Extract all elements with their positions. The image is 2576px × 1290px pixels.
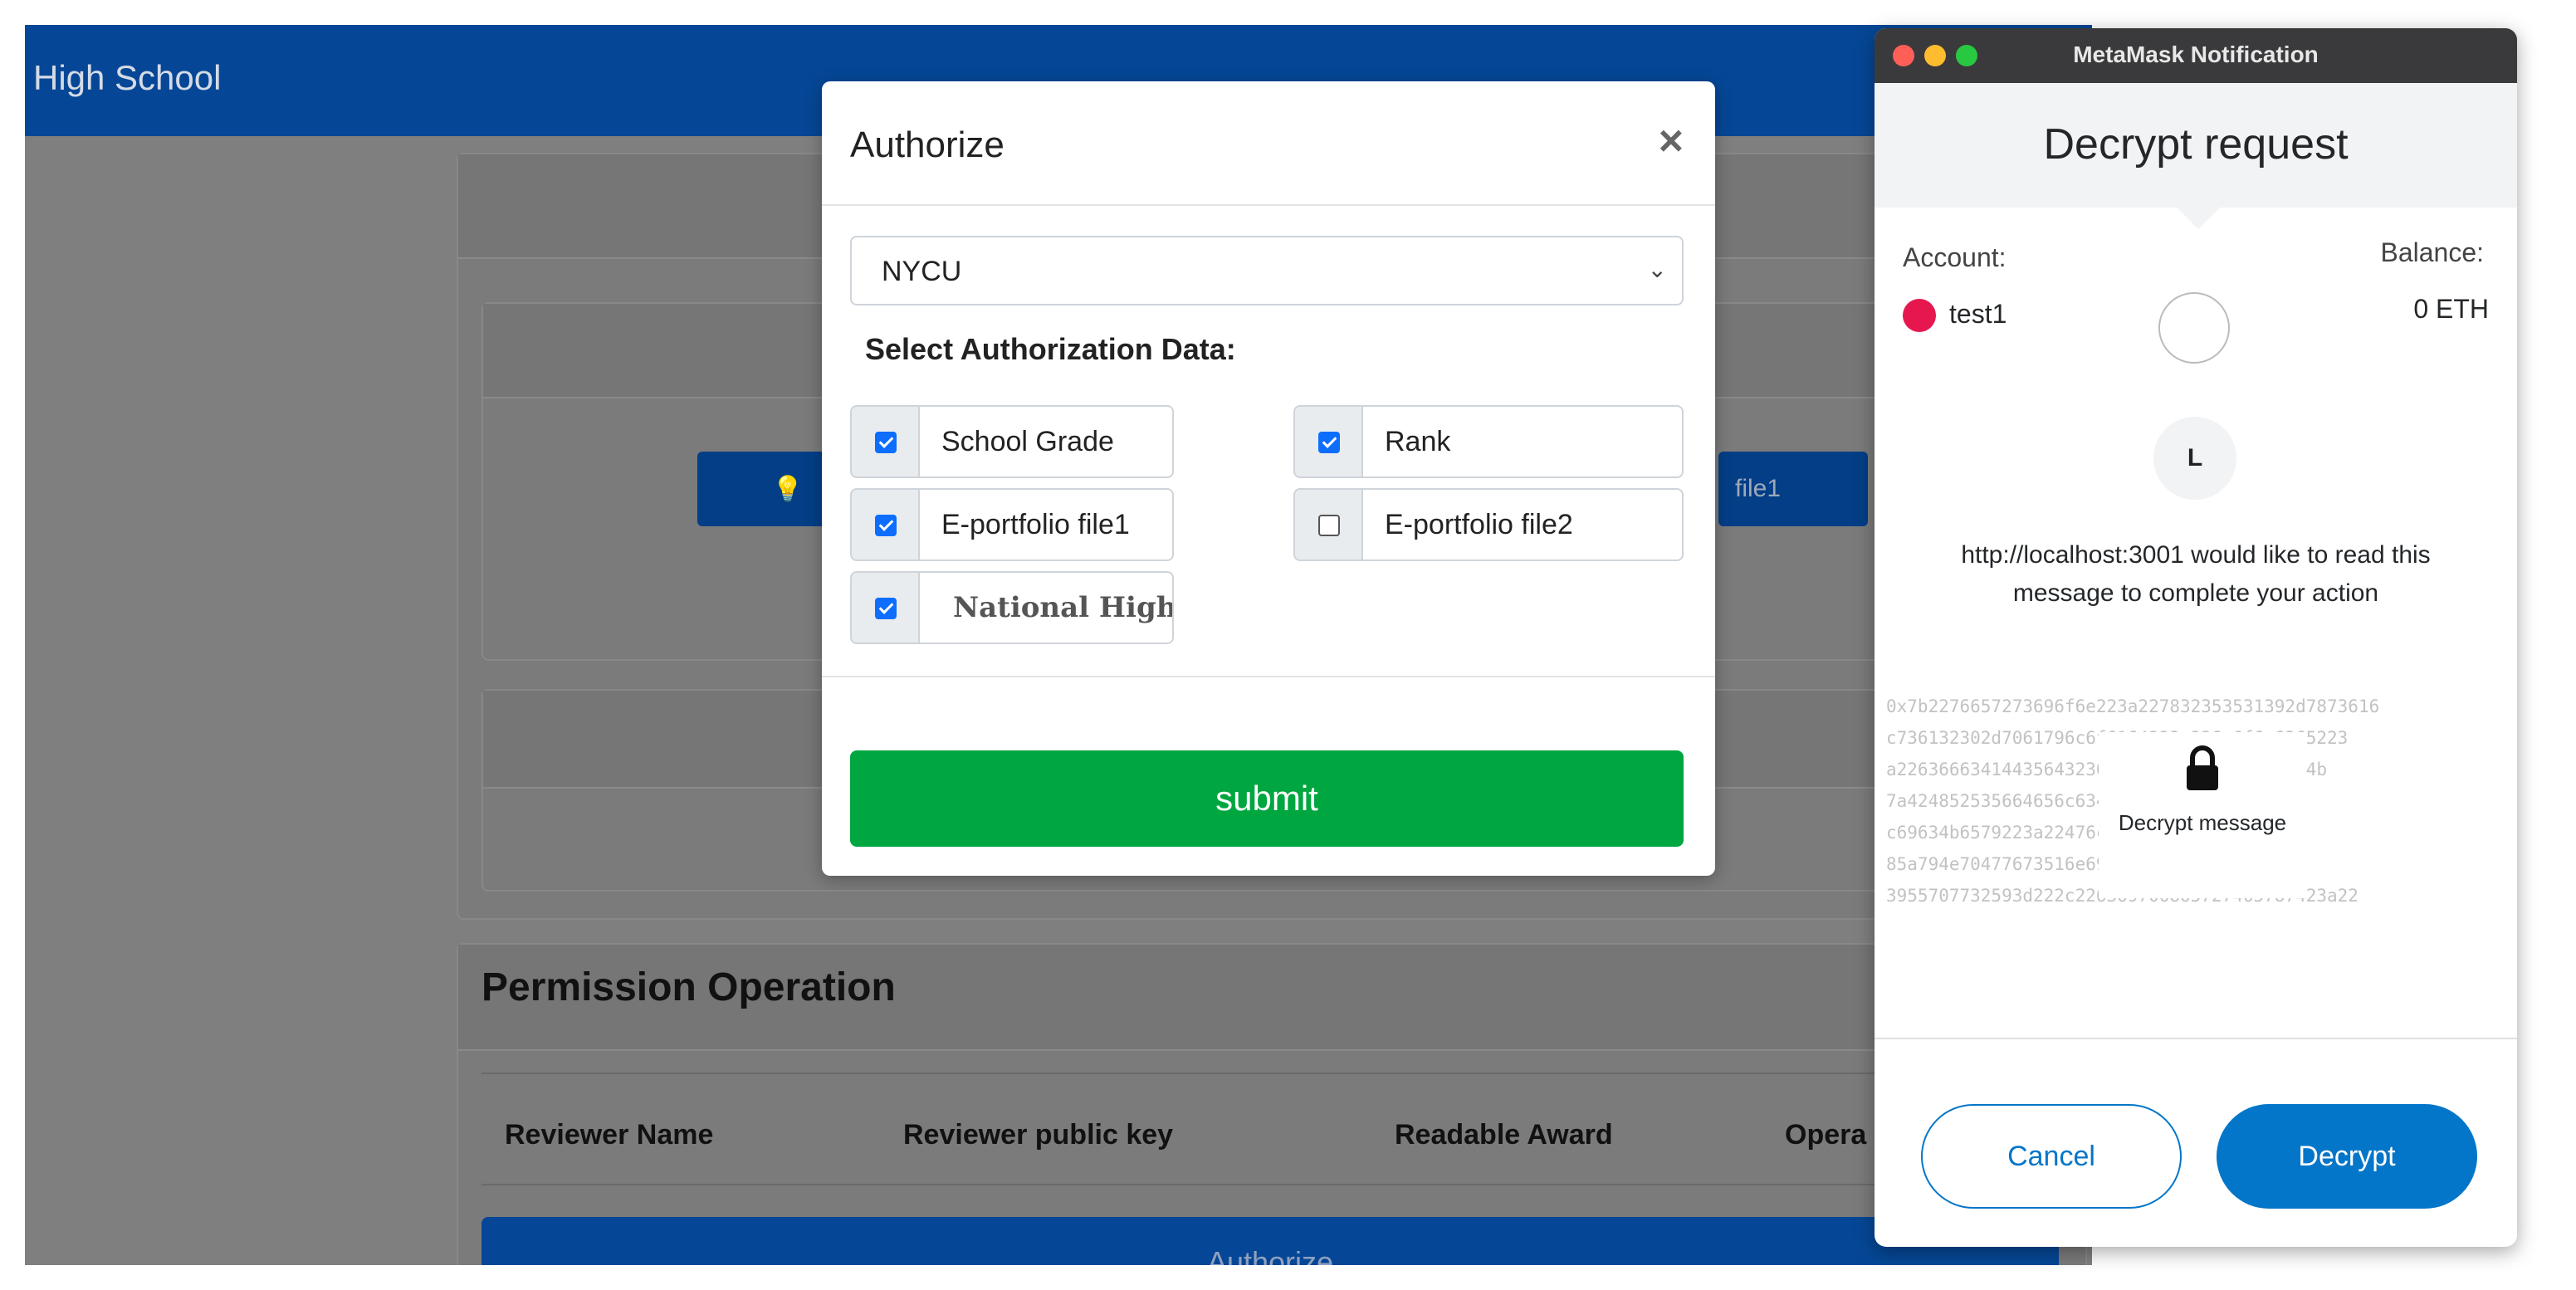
authorize-modal: Authorize × NYCU ⌄ Select Authorization … [822, 81, 1715, 876]
school-select-value: NYCU [882, 256, 962, 287]
table-top-border [481, 1073, 2059, 1074]
select-data-label: Select Authorization Data: [865, 332, 1236, 366]
option-eportfolio-file1: E-portfolio file1 [850, 488, 1174, 561]
option-label: National High S... [918, 571, 1174, 644]
window-title: MetaMask Notification [2073, 42, 2319, 67]
cancel-button[interactable]: Cancel [1921, 1104, 2182, 1209]
account-name: test1 [1949, 299, 2007, 329]
permission-title: Permission Operation [481, 965, 896, 1009]
header-notch [2173, 204, 2223, 229]
option-label: School Grade [918, 405, 1174, 478]
authorize-button-label: Authorize [1206, 1245, 1334, 1265]
account-label: Account: [1903, 242, 2007, 272]
balance-label: Balance: [2380, 237, 2484, 267]
th-reviewer-public-key: Reviewer public key [903, 1119, 1174, 1151]
checkbox-rank[interactable] [1318, 432, 1340, 453]
account-avatar [1903, 299, 1936, 332]
account-identicon-placeholder [2158, 292, 2230, 364]
option-label: E-portfolio file2 [1361, 488, 1684, 561]
balance-value: 0 ETH [2413, 294, 2489, 324]
request-title: Decrypt request [2043, 120, 2349, 169]
lightbulb-icon: 💡 [772, 475, 804, 503]
lock-icon[interactable] [2182, 744, 2223, 794]
background-button-right[interactable]: file1 [1718, 452, 1868, 526]
background-button-right-label: file1 [1735, 475, 1782, 502]
modal-body-divider [822, 676, 1715, 677]
option-school-grade: School Grade [850, 405, 1174, 478]
school-select[interactable]: NYCU ⌄ [850, 236, 1684, 305]
table-header-border [481, 1184, 2059, 1185]
origin-avatar: L [2153, 417, 2236, 500]
request-message: http://localhost:3001 would like to read… [1961, 541, 2431, 607]
brand[interactable]: High School [33, 58, 221, 98]
metamask-window: MetaMask Notification Decrypt request Ac… [1875, 28, 2517, 1247]
submit-button[interactable]: submit [850, 750, 1684, 847]
decrypt-button[interactable]: Decrypt [2217, 1104, 2477, 1209]
option-national-high-school: National High S... [850, 571, 1174, 644]
chevron-down-icon: ⌄ [1647, 257, 1667, 282]
checkbox-eportfolio-file2[interactable] [1318, 515, 1340, 536]
footer-divider [1875, 1038, 2517, 1039]
hex-line: 0x7b2276657273696f6e223a227832353531392d… [1886, 696, 2380, 716]
th-reviewer-name: Reviewer Name [505, 1119, 714, 1151]
checkbox-national-high-school[interactable] [875, 598, 897, 619]
checkbox-eportfolio-file1[interactable] [875, 515, 897, 536]
option-eportfolio-file2: E-portfolio file2 [1293, 488, 1684, 561]
option-label: E-portfolio file1 [918, 488, 1174, 561]
modal-title: Authorize [850, 125, 1004, 165]
request-header: Decrypt request [1875, 83, 2517, 208]
checkbox-school-grade[interactable] [875, 432, 897, 453]
window-titlebar: MetaMask Notification [1875, 28, 2517, 83]
option-label: Rank [1361, 405, 1684, 478]
th-operation: Opera [1785, 1119, 1867, 1151]
decrypt-message-label[interactable]: Decrypt message [2099, 810, 2306, 836]
close-icon[interactable]: × [1659, 116, 1684, 166]
option-rank: Rank [1293, 405, 1684, 478]
authorize-button-background[interactable]: Authorize [481, 1217, 2059, 1265]
th-readable-award: Readable Award [1395, 1119, 1613, 1151]
modal-header-divider [822, 204, 1715, 206]
